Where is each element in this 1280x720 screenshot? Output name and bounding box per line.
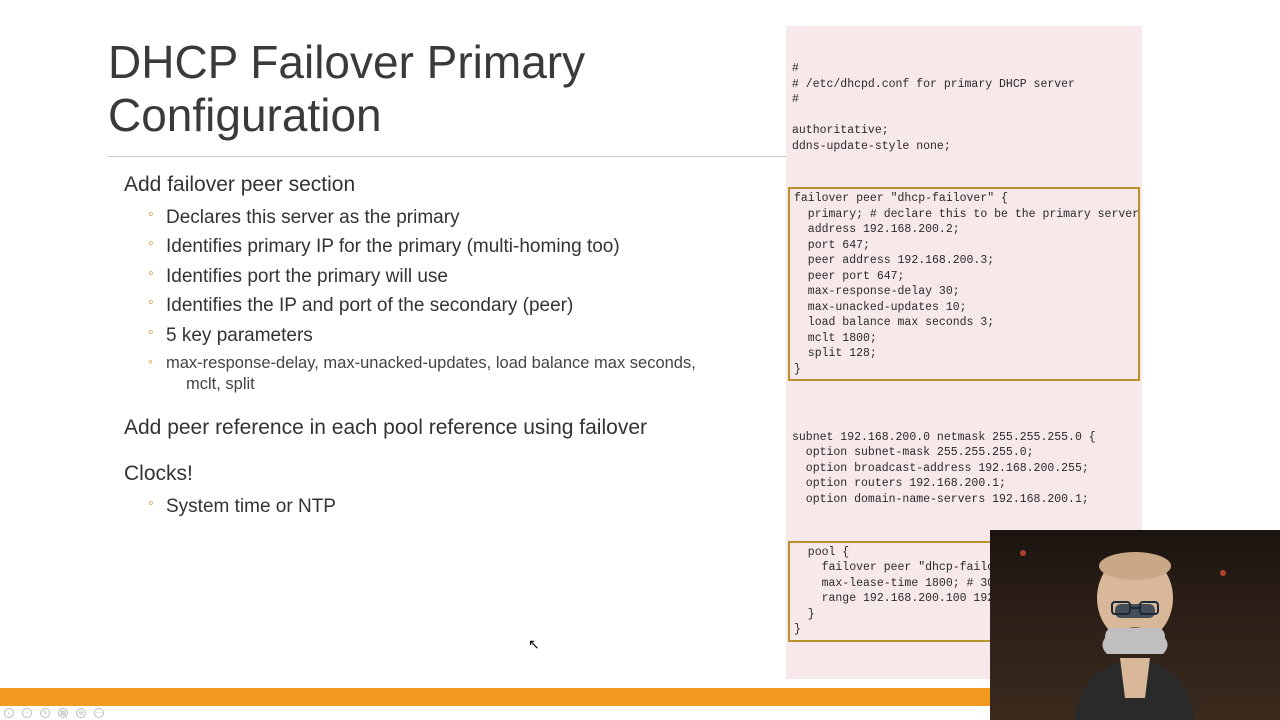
section-heading-2: Add peer reference in each pool referenc… <box>124 416 748 440</box>
bullet-list-3: System time or NTP <box>148 492 748 521</box>
code-failover-block: failover peer "dhcp-failover" { primary;… <box>788 187 1140 381</box>
code-header: # # /etc/dhcpd.conf for primary DHCP ser… <box>792 61 1136 154</box>
prev-slide-icon[interactable]: ‹ <box>4 708 14 718</box>
background-light <box>1020 550 1026 556</box>
bullet-item: Identifies port the primary will use <box>148 262 748 291</box>
sub-bullet-item: max-response-delay, max-unacked-updates,… <box>148 352 748 375</box>
bullet-item: Identifies the IP and port of the second… <box>148 291 748 320</box>
sub-bullet-list: max-response-delay, max-unacked-updates,… <box>148 352 748 375</box>
slide-content: DHCP Failover Primary Configuration Add … <box>108 36 748 522</box>
presenter-toolbar: ‹ › ✎ ▦ ⊕ ⋯ <box>4 706 104 720</box>
slide: DHCP Failover Primary Configuration Add … <box>0 0 1280 720</box>
pen-tool-icon[interactable]: ✎ <box>40 708 50 718</box>
menu-icon[interactable]: ⋯ <box>94 708 104 718</box>
slide-title: DHCP Failover Primary Configuration <box>108 36 748 142</box>
see-all-slides-icon[interactable]: ▦ <box>58 708 68 718</box>
presenter-figure <box>1045 538 1225 720</box>
next-slide-icon[interactable]: › <box>22 708 32 718</box>
presenter-webcam <box>990 530 1280 720</box>
bullet-item: 5 key parameters <box>148 321 748 350</box>
zoom-icon[interactable]: ⊕ <box>76 708 86 718</box>
bullet-item: Identifies primary IP for the primary (m… <box>148 232 748 261</box>
section-heading-3: Clocks! <box>124 462 748 486</box>
bullet-item: System time or NTP <box>148 492 748 521</box>
mouse-cursor-icon: ↖ <box>528 636 540 653</box>
sub-bullet-continuation: mclt, split <box>186 375 748 394</box>
code-subnet-block: subnet 192.168.200.0 netmask 255.255.255… <box>792 414 1136 507</box>
section-heading-1: Add failover peer section <box>124 173 748 197</box>
bullet-list-1: Declares this server as the primary Iden… <box>148 203 748 350</box>
bullet-item: Declares this server as the primary <box>148 203 748 232</box>
